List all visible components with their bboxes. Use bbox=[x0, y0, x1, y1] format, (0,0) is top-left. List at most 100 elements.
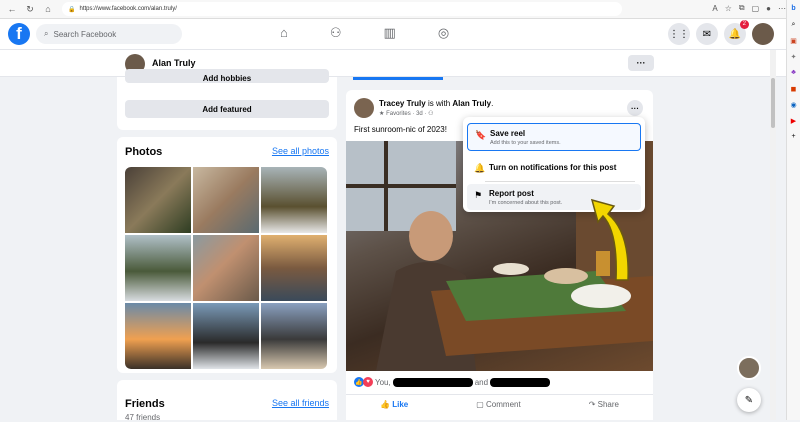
marketplace-icon[interactable]: ▥ bbox=[384, 25, 396, 41]
search-input[interactable]: ⌕ Search Facebook bbox=[36, 24, 182, 44]
outlook-icon[interactable]: ◉ bbox=[789, 100, 798, 109]
post-actions: 👍 Like ▢ Comment ↷ Share bbox=[346, 394, 653, 414]
shopping-icon[interactable]: ▣ bbox=[789, 36, 798, 45]
scroll-thumb[interactable] bbox=[771, 78, 775, 128]
account-controls: ⋮⋮ ✉ 🔔 2 bbox=[668, 20, 774, 45]
extensions-icon[interactable]: ⧉ bbox=[739, 3, 745, 13]
post-text: First sunroom-nic of 2023! bbox=[354, 125, 447, 134]
see-all-photos-link[interactable]: See all photos bbox=[272, 146, 329, 156]
photo-thumb[interactable] bbox=[261, 303, 327, 369]
add-featured-button[interactable]: Add featured bbox=[125, 100, 329, 118]
youtube-icon[interactable]: ▶ bbox=[789, 116, 798, 125]
friends-count: 47 friends bbox=[125, 413, 161, 422]
browser-actions: A ☆ ⧉ ▢ ● ⋯ bbox=[712, 3, 786, 13]
post-options-button[interactable]: ··· bbox=[627, 100, 643, 116]
photo-thumb[interactable] bbox=[193, 167, 259, 233]
audience-label: Favorites bbox=[386, 111, 411, 117]
chat-head-avatar[interactable] bbox=[737, 356, 761, 380]
page-scrollbar[interactable] bbox=[770, 50, 776, 420]
bing-icon[interactable]: b bbox=[789, 4, 798, 13]
tools-icon[interactable]: ✦ bbox=[789, 52, 798, 61]
office-icon[interactable]: ◼ bbox=[789, 84, 798, 93]
address-bar[interactable]: 🔒 https://www.facebook.com/alan.truly/ bbox=[62, 2, 622, 16]
photo-grid bbox=[125, 167, 327, 369]
avatar[interactable] bbox=[752, 23, 774, 45]
more-button[interactable]: ··· bbox=[628, 55, 654, 71]
home-icon[interactable]: ⌂ bbox=[42, 3, 54, 15]
notifications-title: Turn on notifications for this post bbox=[489, 163, 617, 172]
search-placeholder: Search Facebook bbox=[53, 29, 117, 39]
audience-icon: ⚇ bbox=[428, 111, 434, 117]
search-icon: ⌕ bbox=[44, 29, 49, 38]
report-icon: ⚑ bbox=[474, 190, 483, 200]
profile-header: Alan Truly ··· bbox=[0, 50, 786, 77]
see-all-friends-link[interactable]: See all friends bbox=[272, 398, 329, 408]
menu-icon[interactable]: ⋯ bbox=[778, 4, 786, 13]
friends-icon[interactable]: ⚇ bbox=[330, 25, 342, 41]
url-text: https://www.facebook.com/alan.truly/ bbox=[79, 6, 177, 12]
thumbs-up-icon: 👍 bbox=[380, 400, 390, 409]
photos-title: Photos bbox=[125, 146, 163, 158]
notifications-icon[interactable]: 🔔 2 bbox=[724, 20, 749, 45]
save-reel-item[interactable]: 🔖 Save reel Add this to your saved items… bbox=[467, 123, 641, 151]
photo-thumb[interactable] bbox=[261, 167, 327, 233]
profile-icon[interactable]: ● bbox=[766, 4, 771, 13]
refresh-icon[interactable]: ↻ bbox=[24, 3, 36, 15]
lock-icon: 🔒 bbox=[68, 6, 76, 13]
reactions-and: and bbox=[474, 377, 489, 387]
new-message-button[interactable]: ✎ bbox=[737, 388, 761, 412]
groups-icon[interactable]: ◎ bbox=[438, 25, 449, 41]
bell-icon: 🔔 bbox=[474, 163, 486, 173]
post-author[interactable]: Tracey Truly bbox=[379, 99, 426, 108]
report-post-title: Report post bbox=[489, 189, 534, 198]
edge-sidebar: b ⌕ ▣ ✦ ♣ ◼ ◉ ▶ + bbox=[786, 0, 800, 420]
friends-title: Friends bbox=[125, 398, 165, 410]
facebook-navbar: f ⌕ Search Facebook ⌂ ⚇ ▥ ◎ ⋮⋮ ✉ 🔔 2 bbox=[0, 19, 786, 50]
main-tabs: ⌂ ⚇ ▥ ◎ bbox=[280, 25, 449, 41]
photo-thumb[interactable] bbox=[193, 235, 259, 301]
reactions-you: You, bbox=[375, 377, 391, 387]
share-button[interactable]: ↷ Share bbox=[589, 400, 619, 409]
love-reaction-icon: ♥ bbox=[363, 377, 373, 387]
author-avatar[interactable] bbox=[354, 98, 374, 118]
redacted-name bbox=[490, 377, 551, 387]
comment-button[interactable]: ▢ Comment bbox=[476, 400, 520, 409]
photo-thumb[interactable] bbox=[261, 235, 327, 301]
report-post-subtitle: I'm concerned about this post. bbox=[489, 200, 563, 206]
read-aloud-icon[interactable]: A bbox=[712, 4, 717, 13]
back-icon[interactable]: ← bbox=[6, 3, 18, 15]
star-icon: ★ bbox=[379, 111, 385, 117]
annotation-arrow bbox=[590, 198, 629, 281]
photos-card: Photos See all photos bbox=[117, 137, 337, 373]
turn-on-notifications-item[interactable]: 🔔 Turn on notifications for this post bbox=[467, 157, 641, 179]
photo-thumb[interactable] bbox=[125, 167, 191, 233]
home-icon[interactable]: ⌂ bbox=[280, 25, 288, 41]
profile-name[interactable]: Alan Truly bbox=[152, 58, 196, 68]
menu-grid-icon[interactable]: ⋮⋮ bbox=[668, 23, 690, 45]
facebook-logo[interactable]: f bbox=[8, 23, 30, 45]
add-hobbies-button[interactable]: Add hobbies bbox=[125, 69, 329, 83]
messenger-icon[interactable]: ✉ bbox=[696, 23, 718, 45]
games-icon[interactable]: ♣ bbox=[789, 68, 798, 77]
post-meta: ★ Favorites · 3d · ⚇ bbox=[379, 111, 434, 117]
photo-thumb[interactable] bbox=[125, 303, 191, 369]
post-author-line: Tracey Truly is with Alan Truly. bbox=[379, 99, 494, 108]
with-text: is with bbox=[427, 99, 451, 108]
redacted-name bbox=[392, 377, 473, 387]
search-icon[interactable]: ⌕ bbox=[789, 20, 798, 29]
favorite-icon[interactable]: ☆ bbox=[725, 4, 732, 13]
browser-toolbar: ← ↻ ⌂ 🔒 https://www.facebook.com/alan.tr… bbox=[0, 0, 800, 19]
compose-icon: ✎ bbox=[744, 394, 754, 406]
reactions-summary[interactable]: 👍 ♥ You, and bbox=[354, 377, 551, 387]
intro-card: Add hobbies Add featured bbox=[117, 69, 337, 130]
like-button[interactable]: 👍 Like bbox=[380, 400, 408, 409]
post-time[interactable]: 3d bbox=[416, 111, 423, 117]
tagged-user[interactable]: Alan Truly bbox=[452, 99, 491, 108]
notification-badge: 2 bbox=[739, 20, 749, 29]
add-icon[interactable]: + bbox=[789, 132, 798, 141]
photo-thumb[interactable] bbox=[125, 235, 191, 301]
friends-card: Friends See all friends 47 friends bbox=[117, 380, 337, 422]
comment-icon: ▢ bbox=[476, 400, 484, 409]
photo-thumb[interactable] bbox=[193, 303, 259, 369]
collections-icon[interactable]: ▢ bbox=[752, 4, 760, 13]
